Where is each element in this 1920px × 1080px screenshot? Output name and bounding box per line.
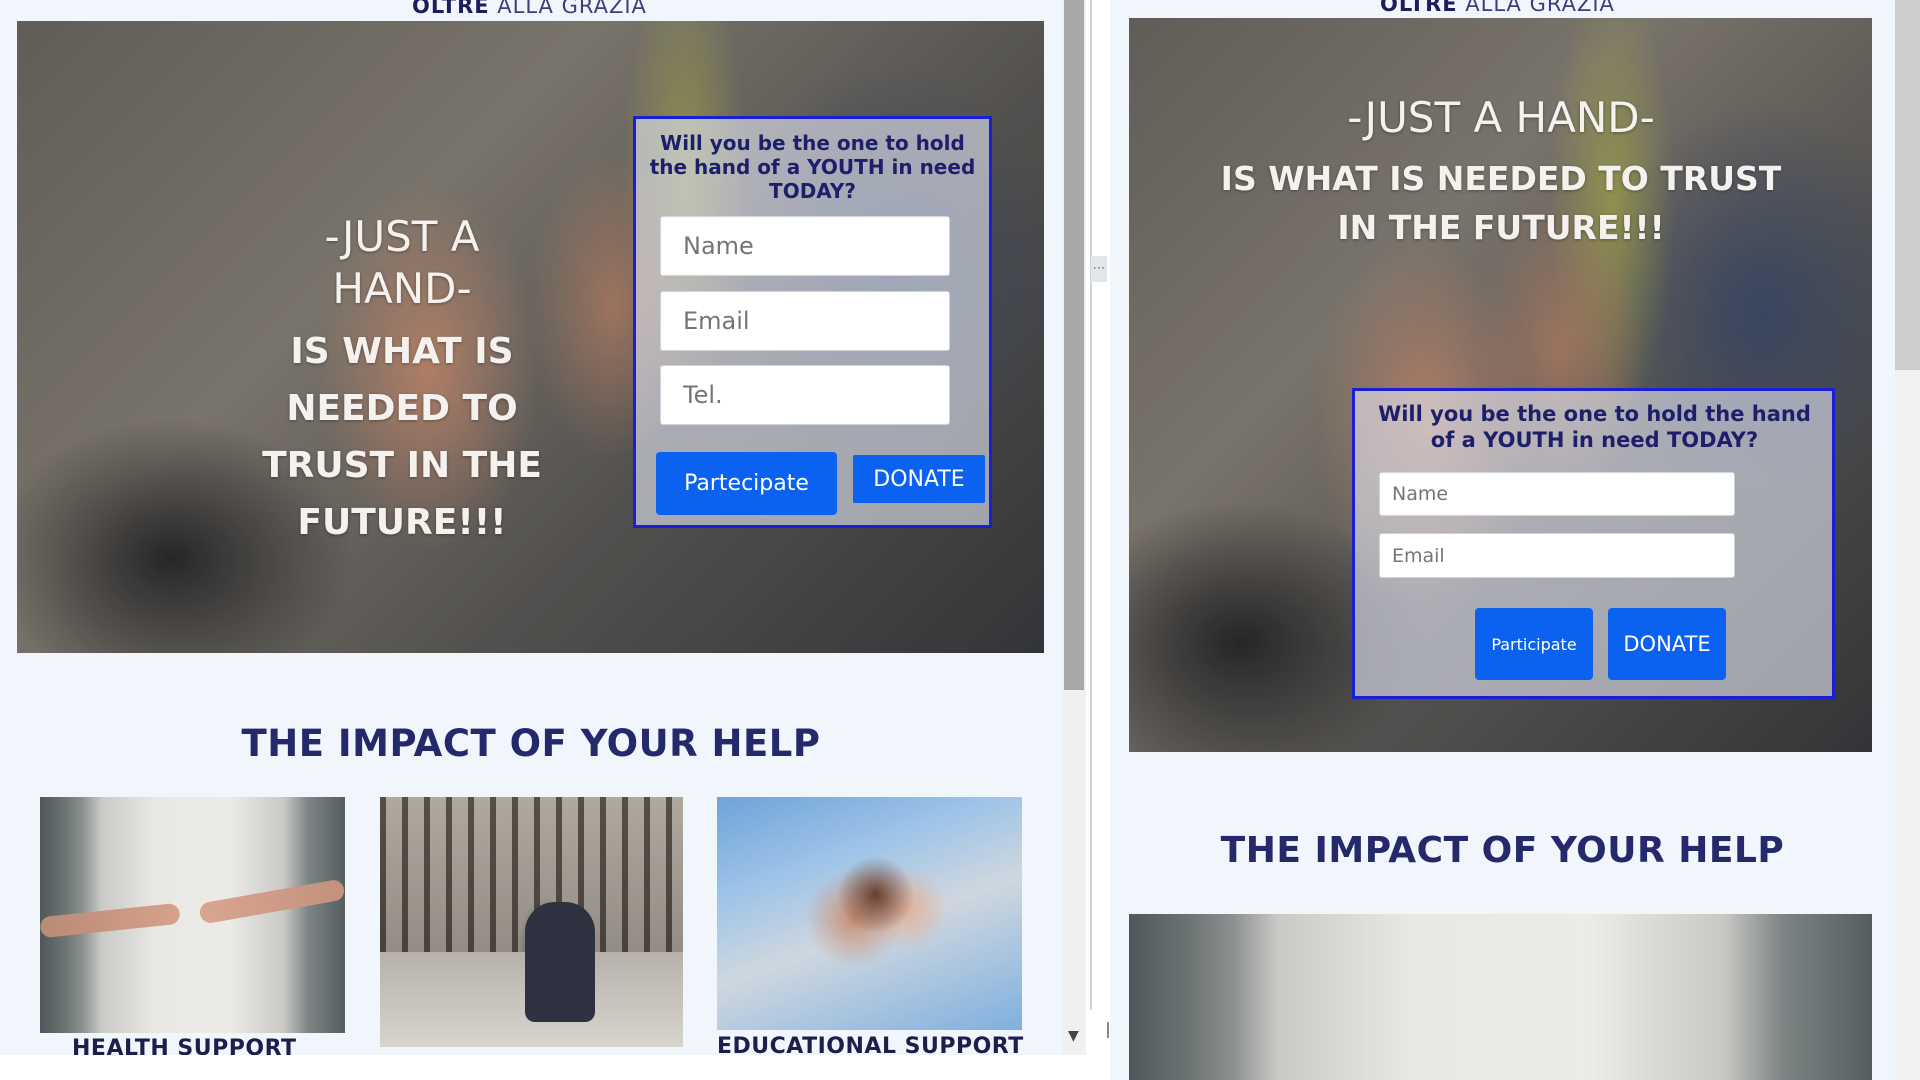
form-question: Will you be the one to hold the hand of … [1378, 402, 1811, 452]
email-field[interactable] [1379, 533, 1735, 578]
donate-button[interactable]: DONATE [853, 455, 985, 503]
name-field[interactable] [660, 216, 950, 276]
drag-handle-icon[interactable]: ⋯ [1091, 256, 1107, 282]
health-support-label[interactable]: HEALTH SUPPORT [72, 1036, 297, 1055]
left-pane-scrollbar[interactable]: ▼ [1062, 0, 1086, 1055]
hero-line-2: IS WHAT IS NEEDED TO TRUST IN THE FUTURE… [1220, 159, 1782, 247]
left-preview-pane: OLTRE ALLA GRAZIA -JUST A HAND- IS WHAT … [0, 0, 1062, 1055]
left-pane-scroll-thumb[interactable] [1064, 0, 1084, 690]
site-logo[interactable]: OLTRE ALLA GRAZIA [412, 0, 647, 18]
reaching-arm-left [40, 902, 182, 939]
signup-form: Will you be the one to hold the hand of … [1352, 388, 1835, 699]
form-question: Will you be the one to hold the hand of … [649, 131, 976, 203]
participate-button[interactable]: Participate [1475, 608, 1593, 680]
social-support-image[interactable] [380, 797, 683, 1047]
hero-line-1: -JUST A HAND- [324, 212, 480, 313]
impact-heading: THE IMPACT OF YOUR HELP [241, 722, 821, 765]
sitting-youth-figure [525, 902, 596, 1022]
pane-divider [1090, 0, 1092, 1010]
impact-heading: THE IMPACT OF YOUR HELP [1220, 830, 1785, 871]
educational-support-image[interactable] [717, 797, 1022, 1030]
logo-light-text: ALLA GRAZIA [497, 0, 647, 18]
signup-form: Will you be the one to hold the hand of … [633, 116, 992, 528]
tel-field[interactable] [660, 365, 950, 425]
left-pane-bottom-bar [0, 1055, 1108, 1080]
reaching-arm-right [197, 878, 345, 926]
name-field[interactable] [1379, 472, 1735, 516]
donate-button[interactable]: DONATE [1608, 608, 1726, 680]
health-support-image[interactable] [40, 797, 345, 1033]
hero-banner: -JUST A HAND- IS WHAT IS NEEDED TO TRUST… [17, 21, 1044, 653]
caret-marker [1107, 1022, 1109, 1038]
name-input[interactable] [661, 217, 949, 275]
email-input[interactable] [1380, 534, 1734, 577]
educational-support-label[interactable]: EDUCATIONAL SUPPORT [717, 1034, 1024, 1055]
right-pane-scroll-thumb[interactable] [1895, 0, 1920, 370]
right-preview-pane: OLTRE ALLA GRAZIA -JUST A HAND- IS WHAT … [1110, 0, 1895, 1080]
logo-bold-text: OLTRE [1380, 0, 1458, 16]
name-input[interactable] [1380, 473, 1734, 515]
email-input[interactable] [661, 292, 949, 350]
logo-light-text: ALLA GRAZIA [1465, 0, 1615, 16]
health-support-image[interactable] [1129, 914, 1872, 1080]
right-pane-scrollbar[interactable] [1895, 0, 1920, 1080]
hero-heading: -JUST A HAND- IS WHAT IS NEEDED TO TRUST… [232, 211, 572, 551]
hero-banner: -JUST A HAND- IS WHAT IS NEEDED TO TRUST… [1129, 18, 1872, 752]
email-field[interactable] [660, 291, 950, 351]
logo-bold-text: OLTRE [412, 0, 490, 18]
triangle-down-icon[interactable]: ▼ [1068, 1028, 1079, 1044]
hero-line-2: IS WHAT IS NEEDED TO TRUST IN THE FUTURE… [262, 331, 542, 543]
site-logo[interactable]: OLTRE ALLA GRAZIA [1380, 0, 1615, 16]
participate-button[interactable]: Partecipate [656, 452, 837, 515]
tel-input[interactable] [661, 366, 949, 424]
hero-heading: -JUST A HAND- IS WHAT IS NEEDED TO TRUST… [1189, 90, 1813, 252]
hero-line-1: -JUST A HAND- [1347, 93, 1655, 142]
